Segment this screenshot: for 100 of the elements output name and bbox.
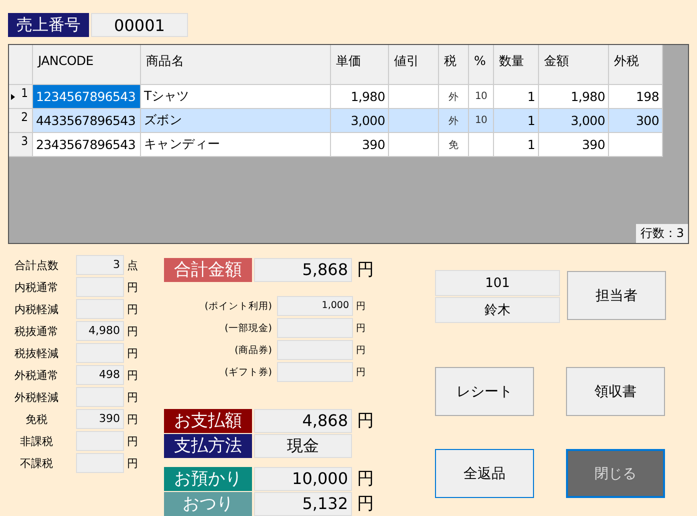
table-cell: 198: [609, 85, 663, 109]
cash-field: 10,000: [254, 466, 352, 490]
table-cell: [609, 133, 663, 157]
cash-field: 5,132: [254, 492, 352, 516]
breakdown-label: 非課税: [19, 434, 54, 448]
table-cell: 300: [609, 109, 663, 133]
breakdown-label: 税抜軽減: [14, 346, 60, 360]
staff-code-field: 101: [435, 270, 560, 296]
table-cell: 3,000: [331, 109, 389, 133]
cash-label: おつり: [164, 492, 252, 516]
column-header[interactable]: 単価: [331, 45, 389, 85]
breakdown-label: 合計点数: [14, 258, 60, 272]
unit-label: 円: [356, 366, 366, 378]
table-cell: 免: [439, 133, 469, 157]
table-cell: ズボン: [141, 109, 331, 133]
breakdown-label: 外税通常: [14, 368, 60, 382]
sale-number-label: 売上番号: [8, 13, 89, 37]
payment-field: 4,868: [254, 408, 352, 432]
breakdown-label: 内税軽減: [14, 302, 60, 316]
unit-label: 円: [127, 412, 138, 426]
breakdown-field: [76, 299, 124, 319]
row-count: 行数：3: [636, 224, 688, 243]
unit-label: 円: [127, 324, 138, 338]
breakdown-field: 3: [76, 255, 124, 275]
deduction-label: (ポイント利用): [204, 300, 272, 312]
table-cell: 10: [469, 109, 494, 133]
deduction-label: (一部現金): [224, 322, 272, 334]
cash-label: お預かり: [164, 466, 252, 490]
table-cell: 390: [331, 133, 389, 157]
column-header[interactable]: JANCODE: [33, 45, 141, 85]
unit-label: 円: [356, 300, 366, 312]
table-cell: 1,980: [539, 85, 609, 109]
row-header[interactable]: 2: [9, 109, 33, 133]
table-cell: キャンディー: [141, 133, 331, 157]
table-cell: [389, 109, 439, 133]
breakdown-field: [76, 453, 124, 473]
column-header[interactable]: 値引: [389, 45, 439, 85]
payment-label: お支払額: [164, 408, 252, 432]
table-cell: 1,980: [331, 85, 389, 109]
unit-label: 円: [357, 259, 374, 281]
row-header[interactable]: 1: [9, 85, 33, 109]
payment-label: 支払方法: [164, 434, 252, 458]
column-header[interactable]: 金額: [539, 45, 609, 85]
table-cell: 外: [439, 85, 469, 109]
unit-label: 点: [127, 258, 138, 272]
unit-label: 円: [127, 456, 138, 470]
action-button[interactable]: 全返品: [435, 449, 534, 498]
unit-label: 円: [356, 344, 366, 356]
row-header[interactable]: 3: [9, 133, 33, 157]
table-cell: 2343567896543: [33, 133, 141, 157]
unit-label: 円: [357, 410, 374, 432]
deduction-label: (商品券): [234, 344, 272, 356]
staff-name-field: 鈴木: [435, 297, 560, 323]
deduction-field: 1,000: [277, 296, 353, 316]
deduction-label: (ギフト券): [224, 366, 272, 378]
table-cell: Tシャツ: [141, 85, 331, 109]
row-header: [9, 45, 33, 85]
breakdown-field: [76, 277, 124, 297]
breakdown-field: 4,980: [76, 321, 124, 341]
breakdown-label: 税抜通常: [14, 324, 60, 338]
table-cell: [389, 133, 439, 157]
total-label: 合計金額: [164, 258, 252, 282]
unit-label: 円: [127, 434, 138, 448]
table-cell: 4433567896543: [33, 109, 141, 133]
breakdown-field: 390: [76, 409, 124, 429]
action-button[interactable]: レシート: [435, 367, 534, 416]
breakdown-label: 不課税: [19, 456, 54, 470]
payment-field: 現金: [254, 434, 352, 458]
action-button[interactable]: 領収書: [566, 367, 665, 416]
unit-label: 円: [127, 346, 138, 360]
breakdown-field: [76, 431, 124, 451]
staff-button[interactable]: 担当者: [567, 271, 666, 320]
table-cell: 1234567896543: [33, 85, 141, 109]
table-cell: [389, 85, 439, 109]
unit-label: 円: [127, 280, 138, 294]
table-cell: 1: [494, 85, 539, 109]
unit-label: 円: [357, 493, 374, 515]
breakdown-label: 免税: [24, 412, 48, 426]
unit-label: 円: [357, 468, 374, 490]
unit-label: 円: [127, 390, 138, 404]
breakdown-field: [76, 343, 124, 363]
table-cell: 1: [494, 109, 539, 133]
unit-label: 円: [127, 302, 138, 316]
column-header[interactable]: 商品名: [141, 45, 331, 85]
table-cell: [469, 133, 494, 157]
breakdown-field: [76, 387, 124, 407]
column-header[interactable]: 税: [439, 45, 469, 85]
unit-label: 円: [356, 322, 366, 334]
breakdown-field: 498: [76, 365, 124, 385]
action-button[interactable]: 閉じる: [566, 449, 665, 498]
column-header[interactable]: 数量: [494, 45, 539, 85]
total-field: 5,868: [254, 258, 352, 282]
table-cell: 10: [469, 85, 494, 109]
table-cell: 3,000: [539, 109, 609, 133]
table-cell: 390: [539, 133, 609, 157]
unit-label: 円: [127, 368, 138, 382]
current-row-icon: [11, 94, 15, 100]
column-header[interactable]: %: [469, 45, 494, 85]
column-header[interactable]: 外税: [609, 45, 663, 85]
breakdown-label: 内税通常: [14, 280, 60, 294]
